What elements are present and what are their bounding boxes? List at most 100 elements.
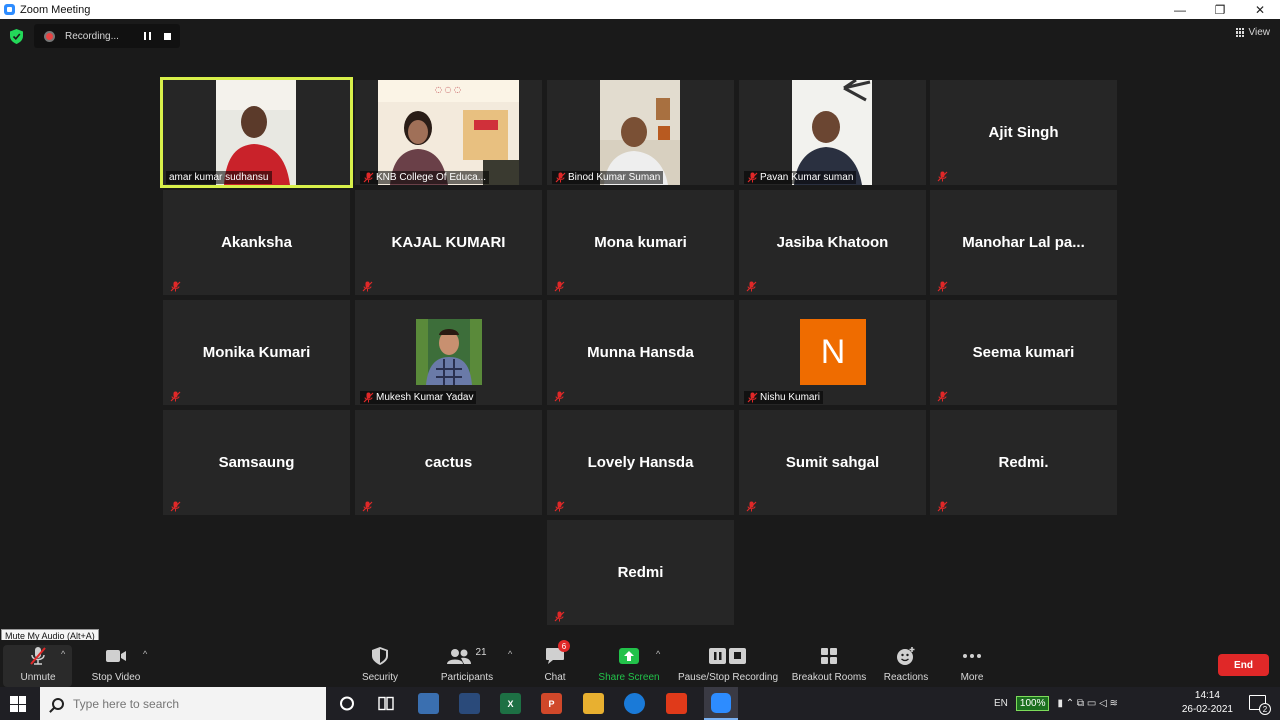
participant-video bbox=[792, 80, 872, 185]
participant-name: Seema kumari bbox=[972, 344, 1075, 361]
mic-muted-icon bbox=[937, 171, 948, 182]
excel-icon[interactable]: X bbox=[500, 693, 521, 714]
task-view-icon[interactable] bbox=[376, 693, 396, 714]
participant-tile[interactable]: KAJAL KUMARI bbox=[355, 190, 542, 295]
participant-photo bbox=[416, 319, 482, 385]
taskbar-search[interactable] bbox=[40, 687, 326, 720]
participant-tile[interactable]: Ajit Singh bbox=[930, 80, 1117, 185]
participant-tile[interactable]: Pavan Kumar suman bbox=[739, 80, 926, 185]
meeting-toolbar: Unmute ^ Stop Video ^ Security 21 Partic… bbox=[0, 640, 1280, 687]
mic-muted-icon bbox=[554, 611, 565, 622]
participant-tile[interactable]: Seema kumari bbox=[930, 300, 1117, 405]
mic-muted-icon bbox=[30, 647, 46, 665]
mic-muted-icon bbox=[170, 281, 181, 292]
cortana-icon[interactable] bbox=[338, 693, 356, 714]
close-button[interactable]: ✕ bbox=[1240, 0, 1280, 19]
avatar-letter: N bbox=[820, 332, 846, 371]
clock-time: 14:14 bbox=[1194, 690, 1220, 701]
participant-tile[interactable]: Redmi bbox=[547, 520, 734, 625]
view-button[interactable]: View bbox=[1235, 27, 1271, 38]
more-label: More bbox=[960, 672, 984, 683]
view-button-label: View bbox=[1248, 27, 1271, 38]
participant-tile[interactable]: ◌ ◌ ◌ KNB College Of Educa... bbox=[355, 80, 542, 185]
participant-label: Binod Kumar Suman bbox=[552, 171, 664, 184]
participant-name: Monika Kumari bbox=[202, 344, 311, 361]
participant-tile[interactable]: Redmi. bbox=[930, 410, 1117, 515]
participant-tile[interactable]: Binod Kumar Suman bbox=[547, 80, 734, 185]
participant-tile[interactable]: Sumit sahgal bbox=[739, 410, 926, 515]
svg-text:◌ ◌ ◌: ◌ ◌ ◌ bbox=[435, 85, 461, 94]
mic-muted-icon bbox=[554, 501, 565, 512]
participant-name: KNB College Of Educa... bbox=[376, 172, 487, 183]
pause-stop-recording-button[interactable]: Pause/Stop Recording bbox=[676, 640, 780, 687]
zoom-taskbar-icon[interactable] bbox=[704, 687, 738, 720]
more-button[interactable]: More bbox=[956, 640, 988, 687]
participants-button[interactable]: 21 Participants bbox=[436, 640, 498, 687]
stop-video-label: Stop Video bbox=[91, 672, 141, 683]
minimize-button[interactable]: — bbox=[1160, 0, 1200, 19]
edge-browser-icon[interactable] bbox=[624, 693, 645, 714]
pause-recording-button[interactable] bbox=[139, 28, 155, 44]
battery-indicator[interactable]: 100% bbox=[1015, 696, 1050, 711]
grid-view-icon bbox=[1235, 28, 1245, 37]
participant-tile[interactable]: Munna Hansda bbox=[547, 300, 734, 405]
notification-center-icon[interactable]: 2 bbox=[1249, 695, 1271, 715]
stop-recording-button[interactable] bbox=[159, 28, 175, 44]
stop-video-button[interactable]: Stop Video bbox=[88, 640, 144, 687]
tray-icons[interactable]: ▮ ⌃ ⧉ ▭ ◁ ≋ bbox=[1057, 698, 1117, 709]
participant-label: Mukesh Kumar Yadav bbox=[360, 391, 477, 404]
meeting-topbar: Recording... View bbox=[0, 19, 1280, 59]
participant-name: Nishu Kumari bbox=[760, 392, 821, 403]
participant-tile[interactable]: Manohar Lal pa... bbox=[930, 190, 1117, 295]
video-camera-icon bbox=[106, 650, 126, 662]
participant-label: Nishu Kumari bbox=[744, 391, 824, 404]
system-clock[interactable]: 14:14 26-02-2021 bbox=[1182, 689, 1233, 717]
mic-muted-icon bbox=[937, 391, 948, 402]
powerpoint-icon[interactable]: P bbox=[541, 693, 562, 714]
mic-muted-icon bbox=[362, 501, 373, 512]
participant-tile[interactable]: cactus bbox=[355, 410, 542, 515]
taskbar-search-input[interactable] bbox=[73, 696, 313, 711]
audio-options-caret-icon[interactable]: ^ bbox=[61, 649, 65, 659]
participant-tile[interactable]: Samsaung bbox=[163, 410, 350, 515]
language-indicator[interactable]: EN bbox=[994, 698, 1008, 709]
file-explorer-icon[interactable] bbox=[583, 693, 604, 714]
participant-tile[interactable]: Monika Kumari bbox=[163, 300, 350, 405]
photo-app-icon[interactable] bbox=[418, 693, 439, 714]
pause-stop-icon bbox=[709, 648, 746, 664]
reactions-button[interactable]: Reactions bbox=[882, 640, 930, 687]
participant-name: cactus bbox=[424, 454, 473, 471]
chat-button[interactable]: 6 Chat bbox=[540, 640, 570, 687]
breakout-rooms-button[interactable]: Breakout Rooms bbox=[790, 640, 868, 687]
participant-video bbox=[216, 80, 296, 185]
participant-name: Lovely Hansda bbox=[587, 454, 694, 471]
unmute-button[interactable]: Unmute bbox=[15, 640, 61, 687]
participant-name: amar kumar sudhansu bbox=[169, 172, 269, 183]
mic-muted-icon bbox=[746, 281, 757, 292]
mic-muted-icon bbox=[937, 501, 948, 512]
video-options-caret-icon[interactable]: ^ bbox=[143, 649, 147, 659]
participant-tile[interactable]: amar kumar sudhansu bbox=[160, 77, 353, 188]
windows-start-icon[interactable] bbox=[10, 696, 26, 712]
windows-taskbar: X P EN 100% ▮ ⌃ ⧉ ▭ ◁ ≋ 14:14 26-02-2021… bbox=[0, 687, 1280, 720]
share-screen-button[interactable]: Share Screen bbox=[598, 640, 660, 687]
security-button[interactable]: Security bbox=[359, 640, 401, 687]
office-icon[interactable] bbox=[666, 693, 687, 714]
window-title: Zoom Meeting bbox=[20, 3, 91, 16]
participant-tile[interactable]: Mona kumari bbox=[547, 190, 734, 295]
participant-tile[interactable]: Jasiba Khatoon bbox=[739, 190, 926, 295]
pause-stop-recording-label: Pause/Stop Recording bbox=[677, 672, 779, 683]
share-options-caret-icon[interactable]: ^ bbox=[656, 649, 660, 659]
encryption-shield-icon[interactable] bbox=[10, 29, 23, 44]
participant-name: Redmi bbox=[617, 564, 664, 581]
maximize-button[interactable]: ❐ bbox=[1200, 0, 1240, 19]
participant-tile[interactable]: Lovely Hansda bbox=[547, 410, 734, 515]
participant-tile[interactable]: Akanksha bbox=[163, 190, 350, 295]
end-meeting-button[interactable]: End bbox=[1218, 654, 1269, 676]
store-icon[interactable] bbox=[459, 693, 480, 714]
reactions-label: Reactions bbox=[883, 672, 929, 683]
participants-options-caret-icon[interactable]: ^ bbox=[508, 649, 512, 659]
participant-tile[interactable]: N Nishu Kumari bbox=[739, 300, 926, 405]
participant-tile[interactable]: Mukesh Kumar Yadav bbox=[355, 300, 542, 405]
participant-name: Ajit Singh bbox=[988, 124, 1059, 141]
